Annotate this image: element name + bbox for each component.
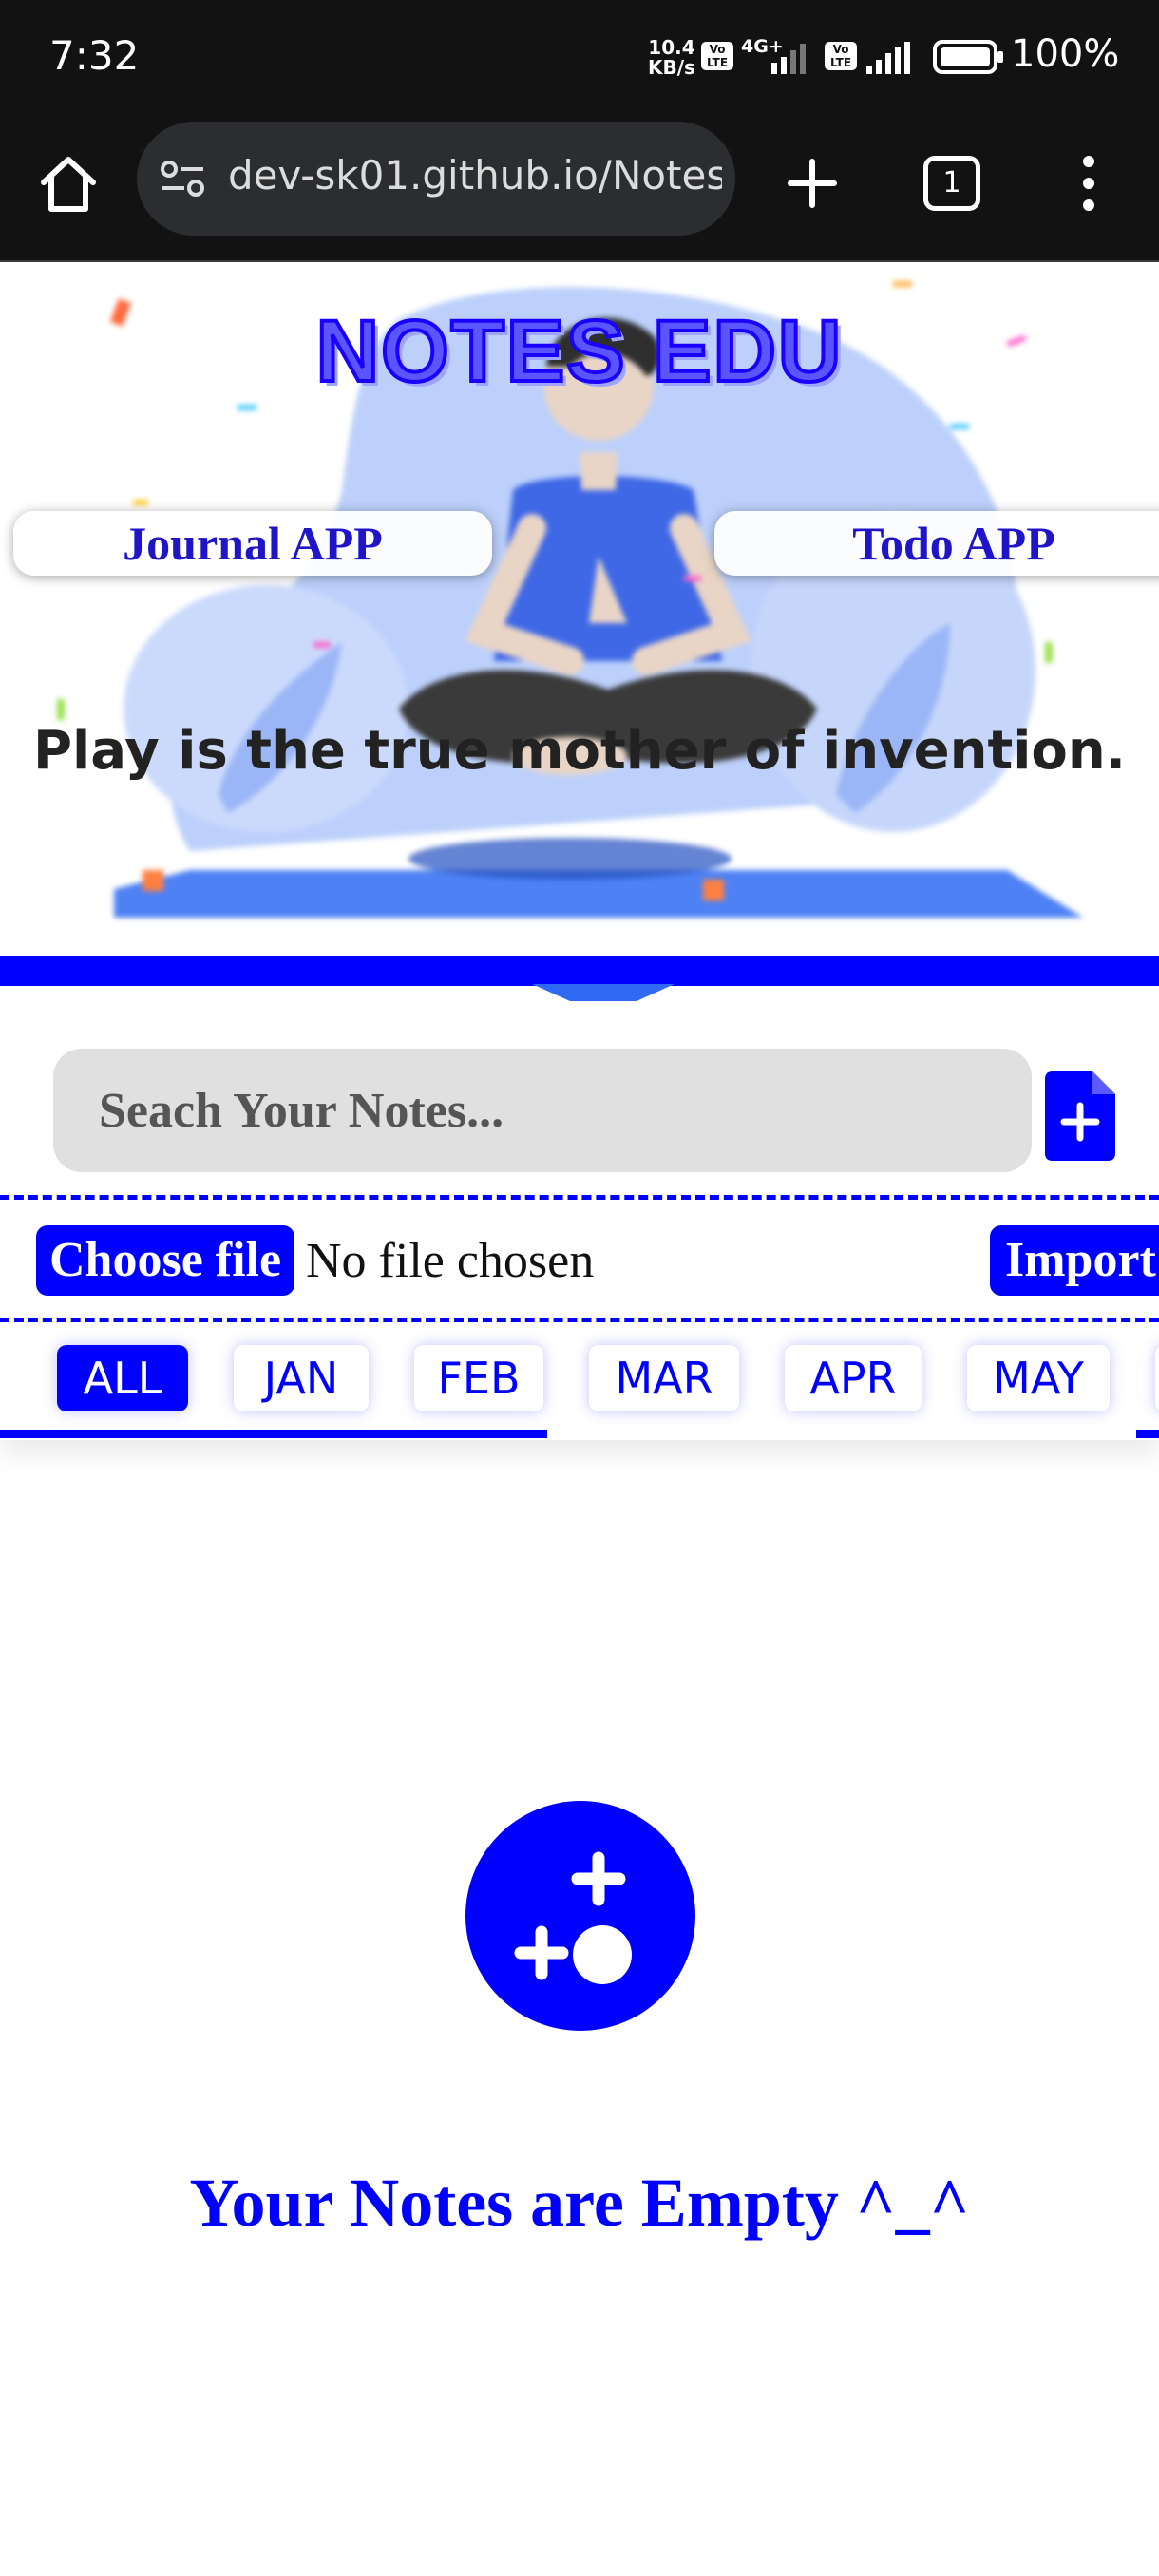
volte-icon-2: Vo LTE [825,42,857,70]
tab-mar[interactable]: MAR [589,1345,739,1411]
file-plus-icon[interactable] [1045,1071,1115,1161]
site-settings-icon[interactable] [160,160,205,198]
status-bar: 7:32 10.4 KB/s Vo LTE 4G+ Vo LTE 100% [0,0,1159,114]
tab-jan[interactable]: JAN [234,1345,369,1411]
todo-app-button[interactable]: Todo APP [714,511,1159,576]
divider-band [0,956,1159,986]
search-input[interactable] [53,1049,1032,1172]
tab-may[interactable]: MAY [967,1345,1110,1411]
tab-switcher-button[interactable]: 1 [923,156,980,211]
import-button[interactable]: Import [990,1225,1159,1296]
network-speed: 10.4 KB/s [648,38,695,78]
volte-icon: Vo LTE [701,42,733,70]
more-vertical-icon[interactable] [1070,150,1108,217]
home-icon[interactable] [34,150,103,218]
address-bar-content: dev-sk01.github.io/Notes [137,122,735,236]
hero-section: NOTES EDU Journal APP Todo APP Play is t… [0,262,1159,956]
tab-scroll-indicator [0,1430,547,1438]
app-title: NOTES EDU [314,301,844,402]
import-border-top [0,1195,1159,1200]
url-text: dev-sk01.github.io/Notes [228,152,722,199]
status-time: 7:32 [49,32,140,79]
signal-bars-2-icon [866,42,910,74]
game-dice-icon [466,1801,695,2031]
hero-quote: Play is the true mother of invention. [32,720,1127,782]
browser-toolbar: dev-sk01.github.io/Notes 1 [0,114,1159,262]
tab-scroll-indicator-end [1136,1430,1159,1438]
month-filter-tabs: ALL JAN FEB MAR APR MAY [0,1322,1159,1440]
tab-feb[interactable]: FEB [414,1345,543,1411]
tab-apr[interactable]: APR [785,1345,922,1411]
tab-all[interactable]: ALL [57,1345,188,1411]
network-speed-unit: KB/s [648,56,695,79]
plus-icon[interactable] [779,150,846,217]
battery-percent: 100% [1011,32,1120,76]
network-speed-value: 10.4 [648,36,695,59]
choose-file-button[interactable]: Choose file [36,1225,295,1296]
signal-bars-icon [771,44,806,74]
tab-overflow[interactable] [1155,1345,1159,1411]
divider-notch [532,984,674,1001]
journal-app-button[interactable]: Journal APP [13,511,492,576]
empty-notes-message: Your Notes are Empty ^_^ [189,2165,970,2241]
file-status-label: No file chosen [306,1234,595,1288]
battery-icon [933,40,1003,74]
